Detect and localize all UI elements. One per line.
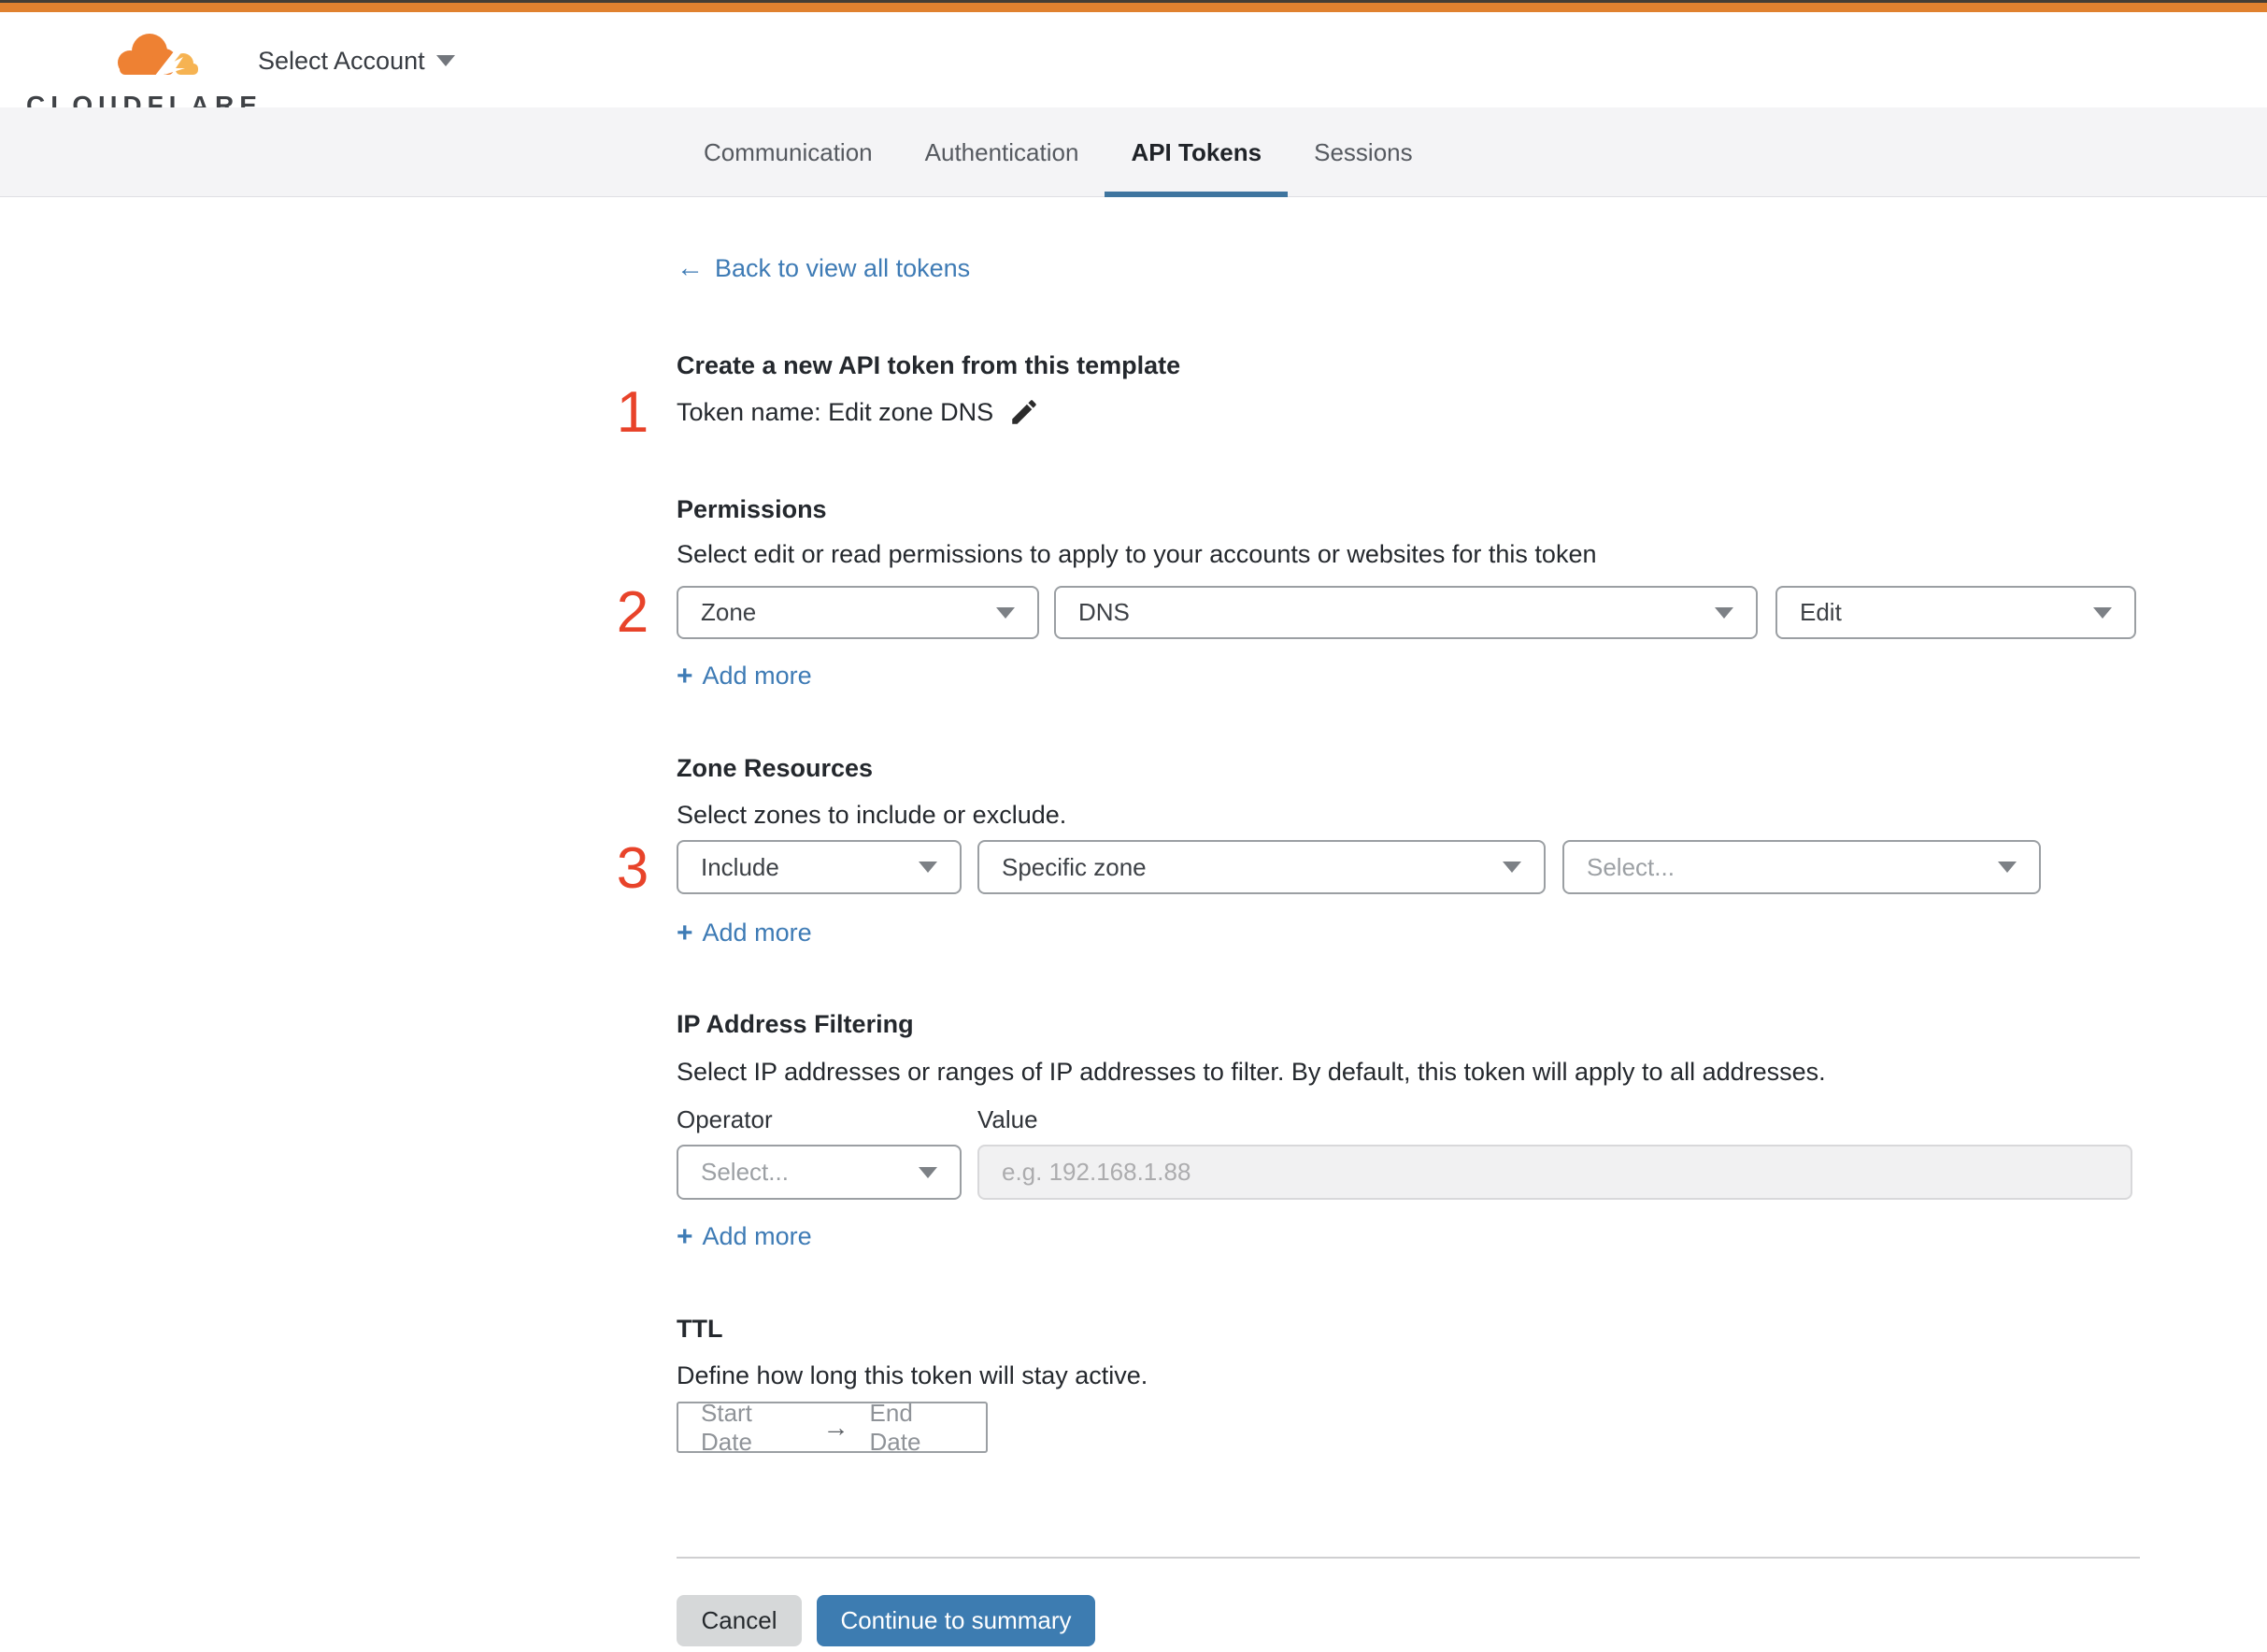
chevron-down-icon xyxy=(1503,862,1521,873)
tab-api-tokens[interactable]: API Tokens xyxy=(1105,107,1289,197)
chevron-down-icon xyxy=(996,606,1015,619)
ip-operator-select[interactable]: Select... xyxy=(677,1145,962,1200)
tab-sessions[interactable]: Sessions xyxy=(1288,107,1439,197)
zone-type-select[interactable]: Specific zone xyxy=(977,840,1546,894)
plus-icon: + xyxy=(677,1220,693,1252)
chevron-down-icon xyxy=(1715,606,1733,619)
chevron-down-icon xyxy=(2093,606,2112,619)
permission-scope-select[interactable]: Zone xyxy=(677,586,1039,639)
zone-resources-title: Zone Resources xyxy=(677,754,874,782)
cloudflare-logo[interactable]: CLOUDFLARE xyxy=(26,18,257,120)
step-number-3: 3 xyxy=(616,836,649,901)
zone-mode-select[interactable]: Include xyxy=(677,840,962,894)
ttl-title: TTL xyxy=(677,1315,723,1343)
top-accent-bar xyxy=(0,3,2267,12)
arrow-left-icon: ← xyxy=(677,253,704,283)
step-number-2: 2 xyxy=(616,580,649,645)
token-name-text: Token name: Edit zone DNS xyxy=(677,397,994,426)
ttl-description: Define how long this token will stay act… xyxy=(677,1361,1148,1389)
chevron-down-icon xyxy=(919,862,937,873)
footer-divider xyxy=(677,1557,2140,1559)
chevron-down-icon xyxy=(1998,862,2017,873)
api-token-template-page: CLOUDFLARE Select Account Communication … xyxy=(0,0,2267,1652)
back-link-label: Back to view all tokens xyxy=(715,254,971,282)
permissions-add-more-link[interactable]: + Add more xyxy=(677,662,812,691)
ip-filtering-title: IP Address Filtering xyxy=(677,1010,914,1038)
chevron-down-icon xyxy=(435,55,455,66)
account-selector[interactable]: Select Account xyxy=(258,42,455,79)
permissions-description: Select edit or read permissions to apply… xyxy=(677,540,1597,568)
create-token-title: Create a new API token from this templat… xyxy=(677,351,1181,379)
permission-service-select[interactable]: DNS xyxy=(1054,586,1758,639)
permissions-title: Permissions xyxy=(677,495,827,523)
arrow-right-icon: → xyxy=(822,1412,849,1442)
ip-filtering-description: Select IP addresses or ranges of IP addr… xyxy=(677,1058,1826,1086)
end-date-placeholder: End Date xyxy=(869,1398,921,1456)
app-header: CLOUDFLARE Select Account xyxy=(0,12,2267,120)
tabs: Communication Authentication API Tokens … xyxy=(677,107,1439,197)
account-selector-label: Select Account xyxy=(258,46,425,75)
zone-resources-add-more-link[interactable]: + Add more xyxy=(677,919,812,947)
ttl-date-range-picker[interactable]: Start Date → End Date xyxy=(677,1399,988,1456)
token-name-row: Token name: Edit zone DNS xyxy=(677,396,1040,428)
continue-to-summary-button[interactable]: Continue to summary xyxy=(817,1595,1095,1646)
cloudflare-cloud-icon xyxy=(118,34,198,82)
ip-value-input[interactable] xyxy=(977,1145,2132,1200)
plus-icon: + xyxy=(677,917,693,948)
plus-icon: + xyxy=(677,660,693,691)
profile-tabbar: Communication Authentication API Tokens … xyxy=(0,107,2267,197)
main-content: ← Back to view all tokens Create a new A… xyxy=(617,197,2140,1646)
start-date-placeholder: Start Date xyxy=(701,1398,752,1456)
edit-pencil-icon[interactable] xyxy=(1008,396,1040,428)
cancel-button[interactable]: Cancel xyxy=(677,1595,802,1646)
operator-label: Operator xyxy=(677,1105,773,1133)
ip-filtering-add-more-link[interactable]: + Add more xyxy=(677,1222,812,1251)
value-label: Value xyxy=(977,1105,1038,1133)
permission-access-select[interactable]: Edit xyxy=(1775,586,2136,639)
chevron-down-icon xyxy=(919,1166,937,1178)
zone-value-select[interactable]: Select... xyxy=(1562,840,2041,894)
zone-resources-description: Select zones to include or exclude. xyxy=(677,801,1067,829)
step-number-1: 1 xyxy=(616,380,649,445)
tab-authentication[interactable]: Authentication xyxy=(899,107,1105,197)
back-to-tokens-link[interactable]: ← Back to view all tokens xyxy=(677,254,970,283)
tab-communication[interactable]: Communication xyxy=(677,107,899,197)
